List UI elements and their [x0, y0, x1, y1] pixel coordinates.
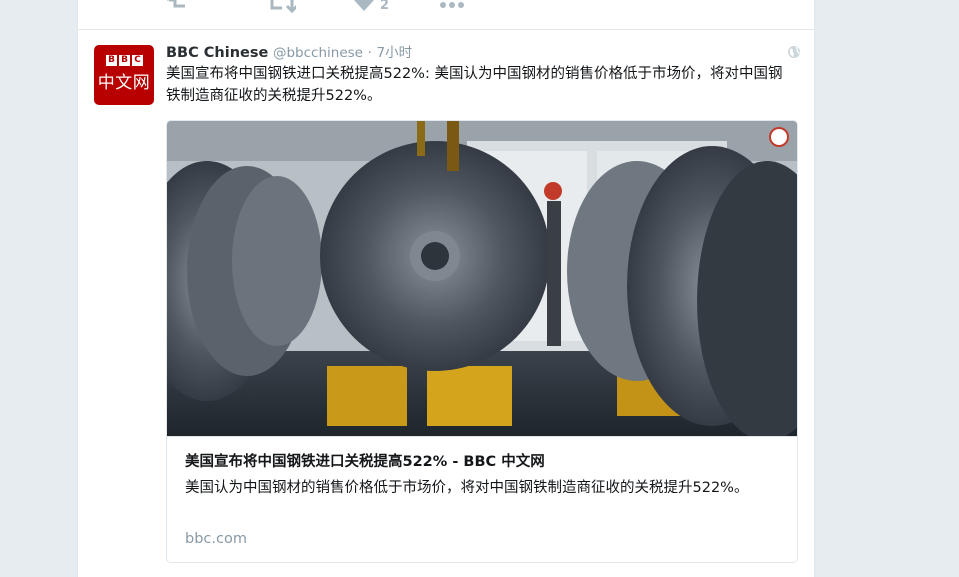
tweet-text: 美国宣布将中国钢铁进口关税提高522%: 美国认为中国钢材的销售价格低于市场价，… — [166, 66, 783, 104]
card-image[interactable] — [167, 121, 797, 436]
author-name[interactable]: BBC Chinese — [166, 45, 268, 61]
link-card[interactable]: 美国宣布将中国钢铁进口关税提高522% - BBC 中文网 美国认为中国钢材的销… — [166, 120, 798, 563]
separator-dot: · — [367, 45, 372, 61]
card-body[interactable]: 美国宣布将中国钢铁进口关税提高522% - BBC 中文网 美国认为中国钢材的销… — [167, 436, 797, 562]
like-count: 2 — [380, 0, 390, 13]
logo-letter: C — [132, 55, 143, 66]
card-domain[interactable]: bbc.com — [185, 529, 247, 549]
tweet-timestamp[interactable]: 7小时 — [376, 45, 412, 61]
reply-icon — [166, 0, 185, 8]
timeline-column: 2 B B C 中文网 BBC Chinese @bbcchinese · 7小… — [77, 0, 815, 577]
like-button[interactable]: 2 — [354, 0, 389, 12]
globe-icon — [788, 46, 800, 58]
card-description: 美国认为中国钢材的销售价格低于市场价，将对中国钢铁制造商征收的关税提升522%。 — [185, 480, 749, 496]
logo-letter: B — [106, 55, 117, 66]
reply-button[interactable] — [166, 0, 188, 12]
bbc-logo-blocks: B B C — [106, 55, 143, 66]
logo-letter: B — [119, 55, 130, 66]
more-icon — [440, 2, 465, 8]
logo-chinese-text: 中文网 — [97, 73, 151, 93]
author-handle[interactable]: @bbcchinese — [273, 45, 363, 61]
tweet-divider — [78, 29, 814, 30]
previous-tweet-actions: 2 — [166, 0, 566, 14]
retweet-icon — [270, 0, 296, 14]
retweet-button[interactable] — [268, 0, 296, 14]
tweet-header: BBC Chinese @bbcchinese · 7小时 — [166, 41, 412, 61]
card-title[interactable]: 美国宣布将中国钢铁进口关税提高522% - BBC 中文网 — [185, 451, 785, 473]
like-icon — [354, 0, 374, 11]
more-button[interactable] — [439, 0, 465, 10]
avatar[interactable]: B B C 中文网 — [94, 45, 154, 105]
